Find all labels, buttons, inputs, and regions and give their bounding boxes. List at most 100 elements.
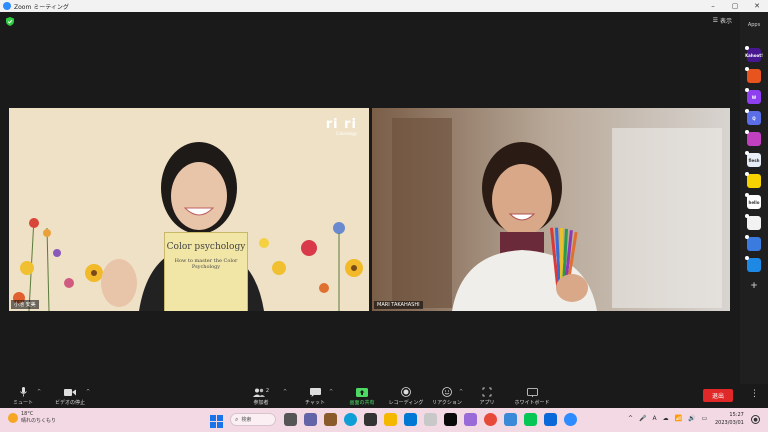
book-title: Color psychology <box>166 242 246 252</box>
add-app-icon[interactable]: + <box>747 279 761 293</box>
participant-name-tag: 小池 安美 <box>11 300 39 309</box>
reactions-label: リアクション <box>432 400 462 406</box>
chrome-browser-icon[interactable] <box>484 413 497 426</box>
app-tile-text: Q <box>752 115 756 121</box>
video-camera-icon <box>64 389 76 396</box>
participants-count: 2 <box>265 388 270 394</box>
task-view-icon[interactable] <box>284 413 297 426</box>
app-badge-dot <box>745 256 749 260</box>
close-button[interactable]: ✕ <box>746 0 768 12</box>
record-button[interactable]: レコーディング <box>386 384 426 408</box>
book-subtitle: How to master the Color Psychology <box>174 257 238 270</box>
notification-icon[interactable]: ● <box>751 415 760 424</box>
app-tile-text: W <box>751 94 757 100</box>
teams-chat-icon[interactable] <box>304 413 317 426</box>
apps-icon <box>482 387 492 397</box>
cloud-icon[interactable]: ☁ <box>663 415 669 422</box>
participants-button[interactable]: 2 参加者 <box>248 384 274 408</box>
app-icon-purple[interactable] <box>464 413 477 426</box>
logo-text: ri ri <box>325 117 357 132</box>
share-screen-label: 画面の共有 <box>349 400 375 406</box>
whiteboard-button[interactable]: ホワイトボード <box>512 384 552 408</box>
app-tile-flesh-icon[interactable]: flesh <box>745 151 761 167</box>
apps-button[interactable]: アプリ <box>476 384 498 408</box>
taskbar-search[interactable]: ⌕ 検索 <box>230 413 276 426</box>
whiteboard-label: ホワイトボード <box>514 400 550 406</box>
app-tile-kahoot-icon[interactable]: Kahoot! <box>745 46 763 62</box>
app-tile-text: Kahoot! <box>745 52 763 58</box>
dell-icon[interactable] <box>444 413 457 426</box>
reactions-button[interactable]: リアクション <box>432 384 462 408</box>
windows-taskbar: 18°C 晴れのちくもり ⌕ 検索 ^ 🎤 A ☁ 📶 🔊 ▭ 15:27 20… <box>0 408 768 432</box>
start-menu-icon[interactable] <box>210 413 223 428</box>
wifi-icon[interactable]: 📶 <box>675 415 682 422</box>
chat-options-caret[interactable]: ^ <box>329 389 333 395</box>
app-tile-striped-icon[interactable] <box>745 130 761 146</box>
app-tile-text: flesh <box>748 157 760 163</box>
whiteboard-icon <box>526 388 538 397</box>
store-icon[interactable] <box>364 413 377 426</box>
app-badge-dot <box>745 172 749 176</box>
maximize-button[interactable]: ▢ <box>724 0 746 12</box>
system-tray: ^ 🎤 A ☁ 📶 🔊 ▭ <box>628 415 707 422</box>
view-label: 表示 <box>719 18 732 25</box>
minimize-button[interactable]: – <box>702 0 724 12</box>
app-icon-brown[interactable] <box>324 413 337 426</box>
edge-browser-icon[interactable] <box>344 413 357 426</box>
app-badge-dot <box>745 109 749 113</box>
apps-label: アプリ <box>479 400 495 406</box>
ime-indicator[interactable]: A <box>653 415 657 422</box>
share-screen-icon <box>356 388 368 397</box>
app-tile-orange-icon[interactable] <box>745 67 761 83</box>
volume-icon[interactable]: 🔊 <box>688 415 695 422</box>
leave-button[interactable]: 退出 <box>703 389 733 402</box>
app-icon-gray[interactable] <box>424 413 437 426</box>
app-badge-dot <box>745 214 749 218</box>
app-tile-grid-icon[interactable] <box>745 214 761 230</box>
video-tile-participant-2[interactable]: MARI TAKAHASHI <box>372 108 730 311</box>
video-tile-participant-1[interactable]: ri ri Colorology Color psychology How to… <box>9 108 369 311</box>
weather-widget[interactable]: 18°C 晴れのちくもり <box>8 411 56 424</box>
app-badge-dot <box>745 88 749 92</box>
video-options-caret[interactable]: ^ <box>86 389 90 395</box>
reactions-icon <box>442 387 452 397</box>
app-tile-q-icon[interactable]: Q <box>745 109 761 125</box>
clock-time: 15:27 <box>729 412 744 418</box>
app-icon-blue[interactable] <box>504 413 517 426</box>
clock-date: 2023/03/01 <box>715 419 744 426</box>
view-button[interactable]: ☰ 表示 <box>713 16 732 25</box>
microphone-icon <box>19 387 27 397</box>
audio-options-caret[interactable]: ^ <box>37 389 41 395</box>
stop-video-button[interactable]: ビデオの停止 <box>52 384 88 408</box>
security-shield-icon[interactable] <box>6 17 14 26</box>
chat-button[interactable]: チャット <box>302 384 328 408</box>
line-app-icon[interactable] <box>524 413 537 426</box>
app-tile-z-icon[interactable] <box>745 256 761 272</box>
record-label: レコーディング <box>388 400 424 406</box>
record-icon <box>401 387 411 397</box>
outlook-icon[interactable] <box>544 413 557 426</box>
app-badge-dot <box>745 67 749 71</box>
app-tile-w-icon[interactable]: W <box>745 88 761 104</box>
participants-options-caret[interactable]: ^ <box>283 389 287 395</box>
zoom-taskbar-icon[interactable] <box>564 413 577 426</box>
app-tile-hello-icon[interactable]: hello <box>745 193 761 209</box>
reactions-options-caret[interactable]: ^ <box>459 389 463 395</box>
weather-description: 晴れのちくもり <box>21 417 57 424</box>
tray-overflow-icon[interactable]: ^ <box>628 415 633 422</box>
mute-button[interactable]: ミュート <box>10 384 36 408</box>
video-feed-2 <box>372 108 730 311</box>
microphone-tray-icon[interactable]: 🎤 <box>639 415 646 422</box>
participants-label: 参加者 <box>253 400 269 406</box>
share-screen-button[interactable]: 画面の共有 <box>344 384 380 408</box>
battery-icon[interactable]: ▭ <box>702 415 708 422</box>
mail-icon[interactable] <box>404 413 417 426</box>
app-badge-dot <box>745 46 749 50</box>
logo-subtext: Colorology <box>335 131 357 136</box>
more-options-icon[interactable]: ⋮ <box>750 389 759 399</box>
app-tile-smile-icon[interactable] <box>745 172 761 188</box>
taskbar-clock[interactable]: 15:27 2023/03/01 <box>715 412 744 427</box>
file-explorer-icon[interactable] <box>384 413 397 426</box>
app-tile-text: hello <box>748 199 760 205</box>
app-tile-sync-icon[interactable] <box>745 235 761 251</box>
